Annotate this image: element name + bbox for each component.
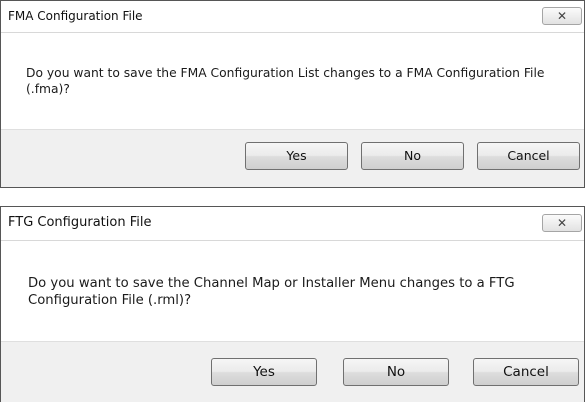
ftg-dialog-button-bar: Yes No Cancel — [1, 341, 584, 402]
ftg-dialog-content: Do you want to save the Channel Map or I… — [1, 241, 584, 341]
fma-dialog-content: Do you want to save the FMA Configuratio… — [1, 33, 584, 129]
fma-dialog-titlebar[interactable]: FMA Configuration File ✕ — [1, 1, 584, 33]
ftg-yes-button[interactable]: Yes — [211, 358, 317, 386]
ftg-cancel-button[interactable]: Cancel — [473, 358, 579, 386]
fma-dialog-close-button[interactable]: ✕ — [542, 7, 582, 25]
ftg-dialog-titlebar[interactable]: FTG Configuration File ✕ — [1, 207, 584, 241]
close-icon: ✕ — [556, 216, 568, 230]
ftg-dialog-close-button[interactable]: ✕ — [542, 214, 582, 232]
ftg-config-dialog: FTG Configuration File ✕ Do you want to … — [0, 206, 585, 402]
fma-dialog-button-bar: Yes No Cancel — [1, 129, 584, 187]
ftg-dialog-title: FTG Configuration File — [8, 215, 152, 230]
fma-cancel-button[interactable]: Cancel — [477, 142, 580, 170]
fma-dialog-title: FMA Configuration File — [8, 9, 143, 23]
ftg-no-button[interactable]: No — [343, 358, 449, 386]
ftg-dialog-message: Do you want to save the Channel Map or I… — [28, 276, 515, 308]
close-icon: ✕ — [556, 9, 568, 23]
fma-config-dialog: FMA Configuration File ✕ Do you want to … — [0, 0, 585, 188]
fma-yes-button[interactable]: Yes — [245, 142, 348, 170]
fma-dialog-message: Do you want to save the FMA Configuratio… — [26, 66, 545, 96]
fma-no-button[interactable]: No — [361, 142, 464, 170]
